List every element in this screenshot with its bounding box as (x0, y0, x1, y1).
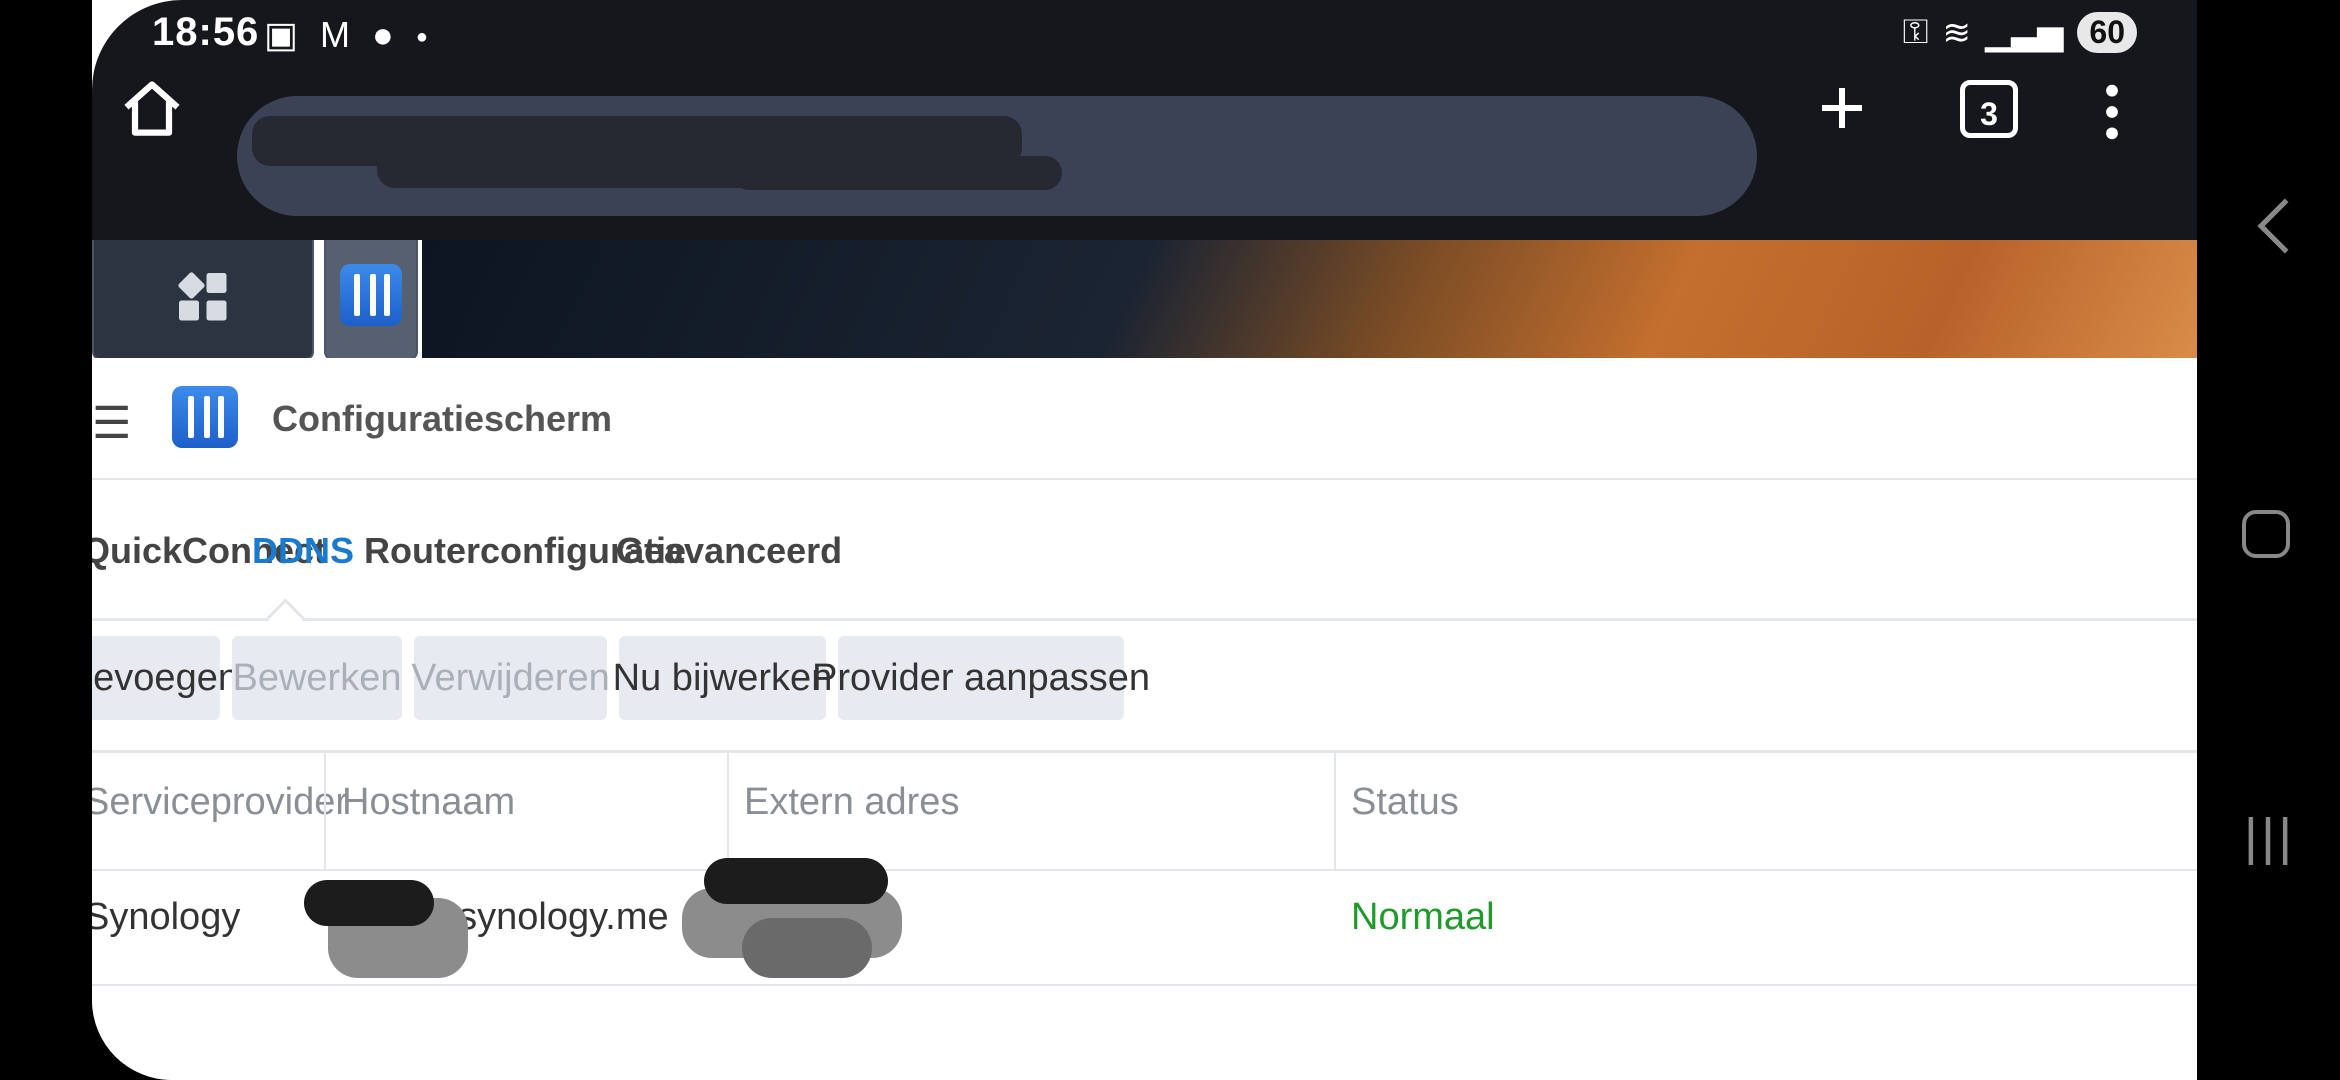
system-back-button[interactable] (2250, 196, 2294, 271)
control-panel-icon (340, 264, 402, 326)
cell-hostname: t.synology.me (437, 896, 669, 938)
table-header: Serviceprovider Hostnaam Extern adres St… (92, 750, 2197, 871)
phone-screen: 18:56 ▣ M ● ● ⚿ ≋ ▁▃▅ 60 3 ☰ Configurati… (92, 0, 2197, 1080)
battery-badge: 60 (2077, 12, 2137, 53)
new-tab-icon[interactable] (1812, 78, 1872, 148)
more-menu-icon[interactable] (2102, 80, 2122, 154)
system-home-button[interactable] (2242, 510, 2290, 558)
address-bar[interactable] (237, 96, 1757, 216)
signal-icon: ▁▃▅ (1984, 13, 2064, 52)
customize-provider-button[interactable]: Provider aanpassen (812, 636, 1150, 720)
delete-button[interactable]: Verwijderen (411, 636, 610, 720)
window-titlebar: ☰ Configuratiescherm (92, 358, 2197, 480)
control-panel-taskbar-button[interactable] (324, 240, 418, 358)
ddns-toolbar: Toevoegen Bewerken Verwijderen Nu bijwer… (92, 636, 2197, 736)
tab-geavanceerd[interactable]: Geavanceerd (616, 530, 842, 572)
tab-count: 3 (1980, 96, 1998, 132)
redaction-scribble (742, 918, 872, 978)
desktop-wallpaper (422, 240, 2197, 358)
tab-ddns[interactable]: DDNS (252, 530, 354, 572)
control-panel-icon (172, 386, 238, 448)
system-icons: ⚿ ≋ ▁▃▅ 60 (1903, 12, 2137, 53)
wifi-icon: ≋ (1942, 13, 1971, 52)
column-header-hostname[interactable]: Hostnaam (342, 781, 515, 824)
redaction-scribble (304, 880, 434, 926)
browser-toolbar: 18:56 ▣ M ● ● ⚿ ≋ ▁▃▅ 60 3 (92, 0, 2197, 240)
column-header-external-address[interactable]: Extern adres (744, 781, 959, 824)
control-panel-window: ☰ Configuratiescherm QuickConnect DDNS R… (92, 358, 2197, 1080)
dsm-taskbar (92, 240, 2197, 358)
table-row[interactable]: Synology t.synology.me Normaal (92, 858, 2197, 986)
notification-icons: ▣ M ● ● (264, 14, 440, 56)
main-menu-button[interactable] (92, 240, 314, 358)
screenshot-icon: ▣ (264, 14, 299, 55)
status-bar: 18:56 ▣ M ● ● ⚿ ≋ ▁▃▅ 60 (92, 0, 2197, 70)
column-header-status[interactable]: Status (1351, 781, 1459, 824)
status-time: 18:56 (152, 10, 260, 54)
chat-icon: ● (372, 14, 394, 55)
tab-bar: QuickConnect DDNS Routerconfiguratie Gea… (92, 478, 2197, 637)
home-icon[interactable] (118, 76, 186, 154)
vpn-key-icon: ⚿ (1902, 13, 1929, 51)
redacted-url (732, 156, 1062, 190)
dot-icon: ● (415, 25, 428, 48)
tab-switcher-button[interactable]: 3 (1960, 80, 2018, 138)
window-title: Configuratiescherm (272, 398, 613, 439)
active-tab-indicator (266, 598, 305, 637)
cell-provider: Synology (92, 896, 241, 938)
redaction-scribble (704, 858, 888, 904)
system-recents-button[interactable] (2244, 810, 2292, 884)
gmail-icon: M (320, 14, 351, 55)
add-button[interactable]: Toevoegen (92, 636, 239, 720)
cell-status: Normaal (1351, 896, 1495, 938)
edit-button[interactable]: Bewerken (232, 636, 402, 720)
hamburger-menu-icon[interactable]: ☰ (92, 398, 131, 449)
update-now-button[interactable]: Nu bijwerken (613, 636, 832, 720)
column-header-provider[interactable]: Serviceprovider (92, 781, 348, 824)
apps-grid-icon (178, 272, 227, 321)
